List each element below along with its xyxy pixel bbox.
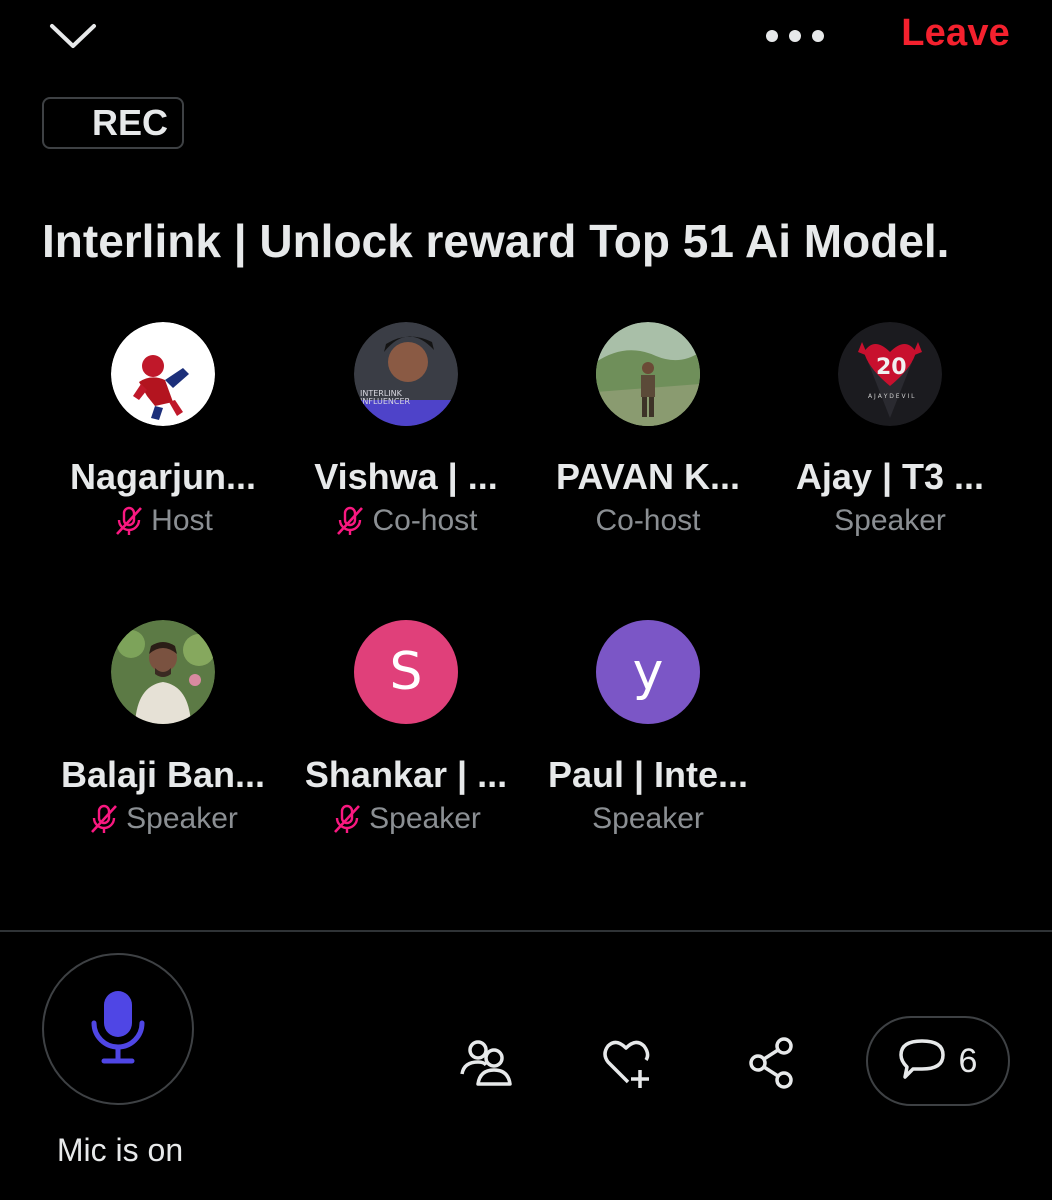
participant-name: Ajay | T3 ...	[795, 456, 985, 497]
recording-badge: REC	[42, 97, 184, 149]
participant-name: Paul | Inte...	[547, 754, 749, 795]
role-label: Co-host	[595, 504, 701, 537]
role-label: Speaker	[369, 802, 481, 835]
avatar-initial: y	[632, 642, 664, 702]
microphone-icon	[90, 989, 146, 1070]
participant-tile[interactable]: Nagarjun... Host	[43, 322, 283, 538]
role-label: Co-host	[372, 504, 478, 537]
top-bar: Leave	[0, 0, 1052, 80]
avatar: y	[596, 620, 700, 724]
avatar	[111, 322, 215, 426]
leave-button[interactable]: Leave	[901, 12, 1010, 55]
svg-text:A J A Y D E V I L: A J A Y D E V I L	[868, 393, 915, 400]
mic-muted-icon	[334, 505, 366, 537]
participant-role: Speaker	[331, 802, 481, 836]
svg-text:INFLUENCER: INFLUENCER	[360, 397, 411, 406]
mic-muted-icon	[113, 505, 145, 537]
mic-muted-icon	[88, 803, 120, 835]
participant-tile[interactable]: y Paul | Inte... Speaker	[528, 620, 768, 836]
people-icon[interactable]	[458, 1036, 512, 1090]
role-label: Speaker	[126, 802, 238, 835]
avatar	[596, 322, 700, 426]
participant-tile[interactable]: 20 A J A Y D E V I L Ajay | T3 ... Speake…	[770, 322, 1010, 538]
participant-name: Nagarjun...	[69, 456, 257, 497]
participant-tile[interactable]: Balaji Ban... Speaker	[43, 620, 283, 836]
svg-text:20: 20	[876, 355, 907, 380]
comments-count: 6	[958, 1041, 978, 1080]
space-title: Interlink | Unlock reward Top 51 Ai Mode…	[42, 215, 950, 267]
participant-name: Shankar | ...	[304, 754, 508, 795]
participant-name: Vishwa | ...	[314, 456, 498, 497]
more-horizontal-icon[interactable]	[762, 22, 828, 50]
role-label: Speaker	[592, 802, 704, 835]
participant-role: Speaker	[88, 802, 238, 836]
participant-role: Speaker	[592, 802, 704, 836]
mic-status-label: Mic is on	[56, 1132, 184, 1168]
chevron-down-icon[interactable]	[48, 18, 98, 52]
avatar: INTERLINK INFLUENCER	[354, 322, 458, 426]
avatar: S	[354, 620, 458, 724]
participant-role: Host	[113, 504, 213, 538]
divider	[0, 930, 1052, 932]
share-icon[interactable]	[744, 1036, 798, 1090]
mic-button[interactable]	[42, 953, 194, 1105]
participant-role: Co-host	[595, 504, 700, 538]
participant-role: Co-host	[334, 504, 478, 538]
avatar: 20 A J A Y D E V I L	[838, 322, 942, 426]
participant-tile[interactable]: INTERLINK INFLUENCER Vishwa | ... Co-host	[286, 322, 526, 538]
role-label: Speaker	[834, 504, 946, 537]
participant-name: PAVAN K...	[555, 456, 740, 497]
mic-muted-icon	[331, 803, 363, 835]
comments-button[interactable]: 6	[866, 1016, 1010, 1106]
participant-role: Speaker	[834, 504, 946, 538]
participant-tile[interactable]: S Shankar | ... Speaker	[286, 620, 526, 836]
participant-tile[interactable]: PAVAN K... Co-host	[528, 322, 768, 538]
comment-bubble-icon	[898, 1037, 945, 1086]
role-label: Host	[151, 504, 213, 537]
avatar-initial: S	[389, 642, 423, 702]
participant-name: Balaji Ban...	[60, 754, 266, 795]
heart-plus-icon[interactable]	[600, 1036, 654, 1090]
avatar	[111, 620, 215, 724]
